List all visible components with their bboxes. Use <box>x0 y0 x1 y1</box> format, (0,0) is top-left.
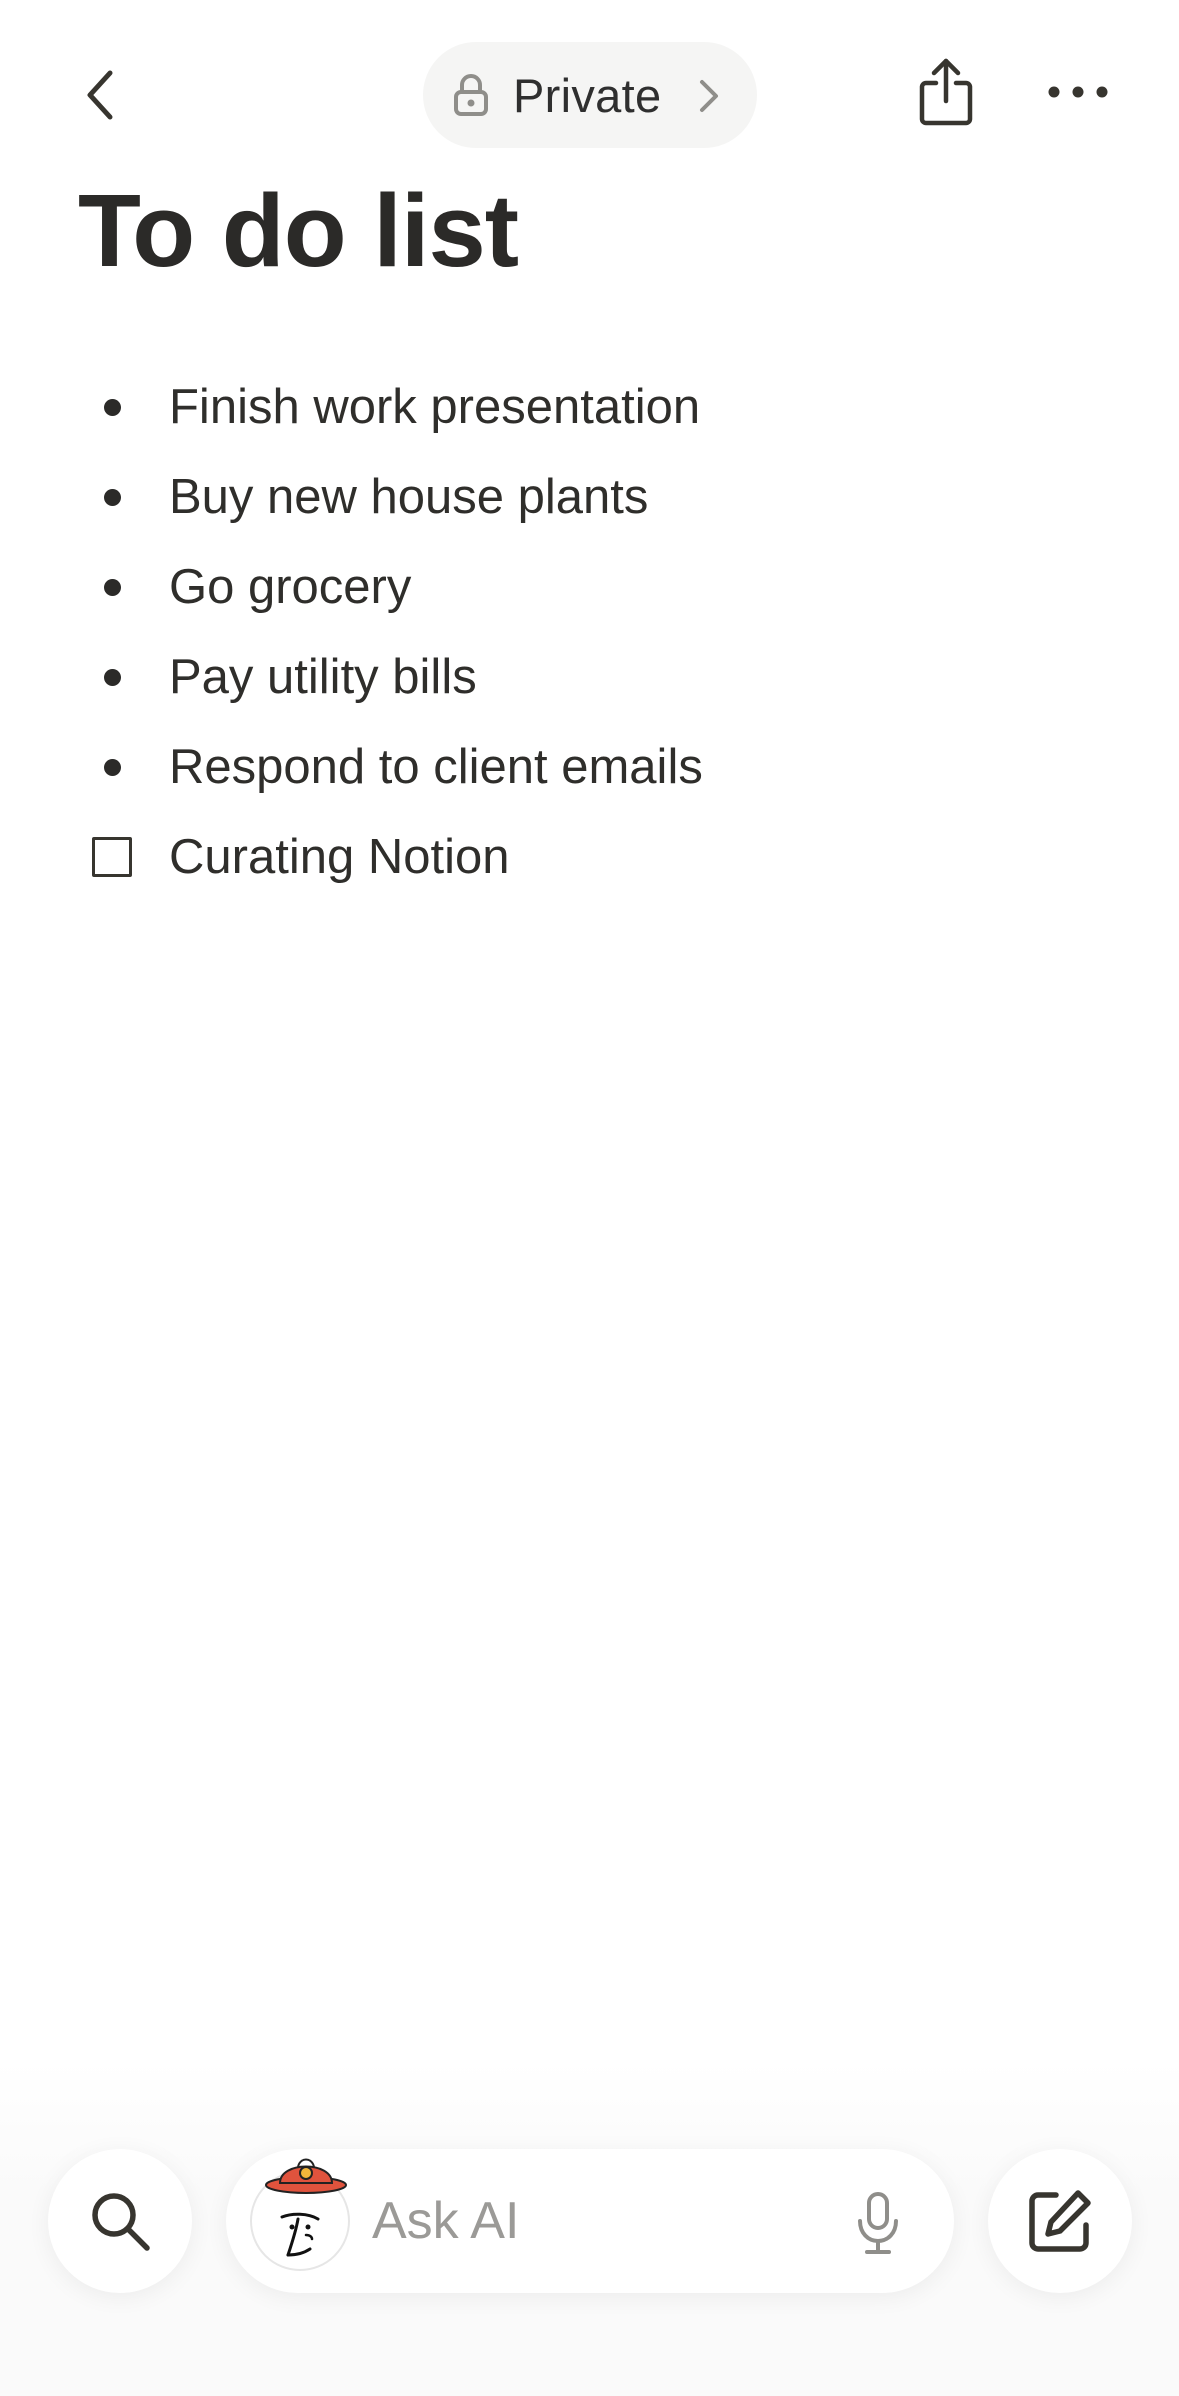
privacy-pill-button[interactable]: Private <box>423 42 757 148</box>
more-horizontal-icon <box>1048 86 1108 98</box>
chevron-right-icon <box>700 80 718 112</box>
more-options-button[interactable] <box>1046 78 1110 106</box>
bullet-icon <box>104 398 121 416</box>
chevron-left-icon <box>87 70 113 120</box>
todo-list: Finish work presentation Buy new house p… <box>0 362 1179 902</box>
list-item[interactable]: Respond to client emails <box>0 722 1179 812</box>
bullet-icon <box>104 668 121 686</box>
hard-hat-icon <box>265 2158 347 2194</box>
list-item[interactable]: Pay utility bills <box>0 632 1179 722</box>
compose-icon <box>1029 2190 1091 2252</box>
back-button[interactable] <box>70 60 130 130</box>
list-item[interactable]: Go grocery <box>0 542 1179 632</box>
page-title[interactable]: To do list <box>78 172 519 290</box>
ask-ai-bar[interactable] <box>226 2149 954 2293</box>
todo-item[interactable]: Curating Notion <box>0 812 1179 902</box>
list-item-text[interactable]: Go grocery <box>169 559 411 615</box>
microphone-button[interactable] <box>854 2191 902 2257</box>
list-item-text[interactable]: Pay utility bills <box>169 649 477 705</box>
todo-checkbox[interactable] <box>92 837 132 877</box>
list-item[interactable]: Finish work presentation <box>0 362 1179 452</box>
share-icon <box>919 58 973 126</box>
share-button[interactable] <box>916 55 976 130</box>
privacy-label: Private <box>513 68 662 122</box>
todo-item-text[interactable]: Curating Notion <box>169 829 509 885</box>
search-icon <box>92 2193 150 2251</box>
list-item-text[interactable]: Finish work presentation <box>169 379 700 435</box>
list-item[interactable]: Buy new house plants <box>0 452 1179 542</box>
bullet-icon <box>104 758 121 776</box>
microphone-icon <box>858 2192 898 2254</box>
ask-ai-input[interactable] <box>372 2185 812 2257</box>
search-button[interactable] <box>48 2149 192 2293</box>
lock-icon <box>453 72 493 118</box>
list-item-text[interactable]: Respond to client emails <box>169 739 703 795</box>
bullet-icon <box>104 578 121 596</box>
bullet-icon <box>104 488 121 506</box>
new-page-button[interactable] <box>988 2149 1132 2293</box>
list-item-text[interactable]: Buy new house plants <box>169 469 648 525</box>
